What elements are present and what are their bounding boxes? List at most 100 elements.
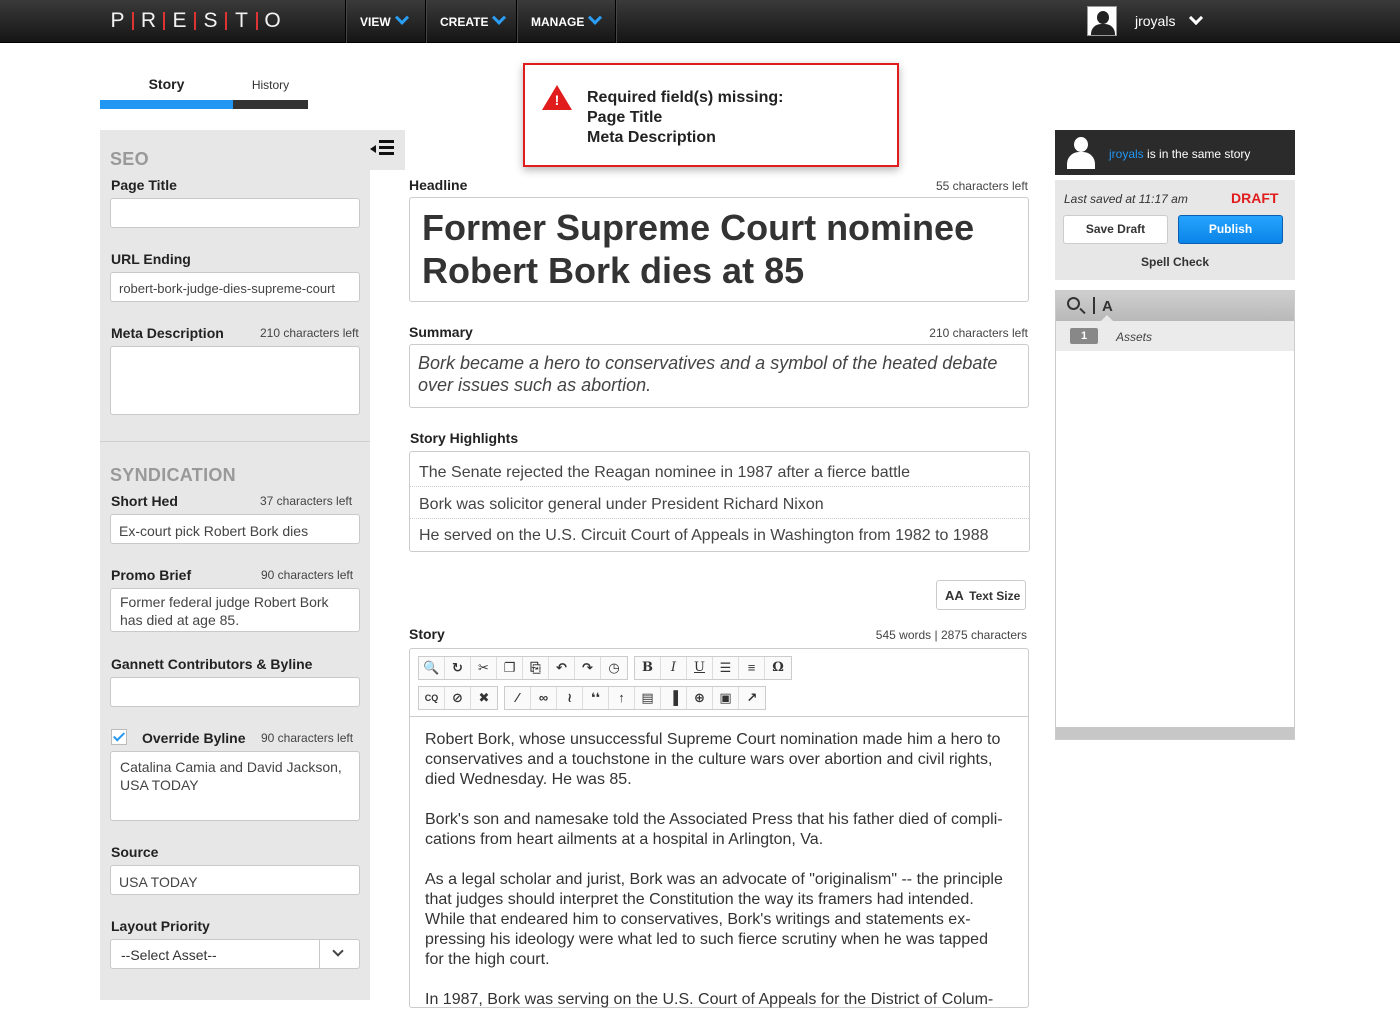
summary-input[interactable]: Bork became a hero to conservatives and …	[409, 344, 1029, 408]
promo-brief-count: 90 characters left	[261, 568, 354, 582]
url-ending-input[interactable]: robert-bork-judge-dies-supreme-court	[110, 272, 360, 302]
nav-view-menu[interactable]: VIEW	[345, 0, 421, 43]
numbered-list-icon[interactable]: ≡	[739, 657, 765, 679]
unlink-icon[interactable]: ≀	[557, 687, 583, 709]
assets-tab[interactable]: A	[1102, 298, 1113, 315]
collapse-sidebar-button[interactable]	[370, 130, 405, 170]
source-icon[interactable]: ▤	[635, 687, 661, 709]
meta-description-input[interactable]	[110, 346, 360, 415]
presence-message: is in the same story	[1143, 147, 1251, 161]
presence-banner: jroyals is in the same story	[1055, 130, 1295, 175]
unlink-image-icon[interactable]: ✖	[471, 687, 497, 709]
editor-toolbar-row: 🔍 ↻ ✂ ❐ ⎘ ↶ ↷ ◷ B I U ☰ ≡ Ω	[418, 656, 798, 680]
bold-icon[interactable]: B	[635, 657, 661, 679]
presence-text: jroyals is in the same story	[1109, 147, 1250, 161]
redo-icon[interactable]: ↷	[575, 657, 601, 679]
highlight-item[interactable]: Bork was solicitor general under Preside…	[410, 487, 1029, 519]
undo-icon[interactable]: ↶	[549, 657, 575, 679]
tab-story[interactable]: Story	[100, 76, 233, 92]
required-fields-alert: ! Required field(s) missing: Page Title …	[523, 63, 899, 167]
override-byline-label: Override Byline	[142, 730, 246, 746]
spellcheck-icon[interactable]: ↻	[445, 657, 471, 679]
attach-icon[interactable]: ⊕	[687, 687, 713, 709]
tab-history[interactable]: History	[233, 78, 308, 92]
cq-icon[interactable]: CQ	[419, 687, 445, 709]
omega-icon[interactable]: Ω	[765, 657, 791, 679]
paste-icon[interactable]: ⎘	[523, 657, 549, 679]
seo-heading: SEO	[110, 149, 149, 169]
user-menu-chevron-icon[interactable]	[1188, 10, 1204, 26]
menu-lines-icon	[379, 140, 394, 158]
wand-icon[interactable]: ∕	[505, 687, 531, 709]
user-avatar-icon[interactable]	[1087, 6, 1117, 36]
story-paragraph: Robert Bork, whose unsuccessful Supreme …	[425, 731, 1001, 788]
headline-input[interactable]: Former Supreme Court nominee Robert Bork…	[409, 197, 1029, 302]
link-icon[interactable]: ∞	[531, 687, 557, 709]
logo-letter: R	[140, 9, 157, 32]
binoculars-icon[interactable]: 🔍	[419, 657, 445, 679]
logo-letter: S	[203, 9, 218, 32]
page-title-input[interactable]	[110, 198, 360, 228]
headline-line: Former Supreme Court nominee	[422, 207, 975, 248]
top-nav-bar: P R E S T O VIEW CREATE MANAGE jroyals	[0, 0, 1400, 43]
bulleted-list-icon[interactable]: ☰	[713, 657, 739, 679]
quote-icon[interactable]: ❛❛	[583, 687, 609, 709]
presto-logo[interactable]: P R E S T O	[104, 9, 286, 33]
highlight-item[interactable]: The Senate rejected the Reagan nominee i…	[410, 452, 1029, 487]
short-hed-count: 37 characters left	[260, 494, 353, 508]
layout-priority-value: --Select Asset--	[121, 947, 217, 963]
chevron-down-icon	[588, 10, 603, 25]
override-byline-checkbox[interactable]	[111, 729, 127, 745]
assets-toolbar: A	[1056, 291, 1294, 321]
short-hed-input[interactable]: Ex-court pick Robert Bork dies	[110, 514, 360, 544]
image-icon[interactable]: ▣	[713, 687, 739, 709]
alert-title: Required field(s) missing:	[587, 89, 784, 106]
promo-brief-input[interactable]: Former federal judge Robert Bork has die…	[110, 588, 360, 632]
collapse-arrow-icon	[370, 145, 376, 153]
editor-tool-group: ∕ ∞ ≀ ❛❛ ↑ ▤ ▐ ⊕ ▣ ↗	[504, 686, 766, 710]
cut-icon[interactable]: ✂	[471, 657, 497, 679]
story-paragraph: Bork's son and namesake told the Associa…	[425, 811, 1003, 848]
contributors-input[interactable]	[110, 677, 360, 707]
tab-story-indicator[interactable]	[100, 100, 233, 109]
search-icon[interactable]	[1067, 297, 1080, 310]
highlight-item[interactable]: He served on the U.S. Circuit Court of A…	[410, 519, 1029, 551]
story-body[interactable]: Robert Bork, whose unsuccessful Supreme …	[425, 730, 1010, 1030]
source-label: Source	[111, 844, 159, 860]
assets-list-item[interactable]: 1 Assets	[1056, 321, 1294, 351]
layout-priority-select[interactable]: --Select Asset--	[110, 939, 360, 969]
tab-history-indicator[interactable]	[233, 100, 308, 109]
text-size-button[interactable]: AA Text Size	[936, 580, 1026, 610]
override-byline-input[interactable]: Catalina Camia and David Jackson, USA TO…	[110, 751, 360, 821]
underline-icon[interactable]: U	[687, 657, 713, 679]
source-input[interactable]: USA TODAY	[110, 865, 360, 895]
logo-letter: P	[110, 9, 125, 32]
insert-icon[interactable]: ↑	[609, 687, 635, 709]
publish-button[interactable]: Publish	[1178, 215, 1283, 244]
nav-manage-menu[interactable]: MANAGE	[516, 0, 614, 43]
italic-icon[interactable]: I	[661, 657, 687, 679]
presence-user-link[interactable]: jroyals	[1109, 147, 1144, 161]
user-avatar-icon	[1065, 135, 1097, 169]
clock-icon[interactable]: ◷	[601, 657, 627, 679]
summary-label: Summary	[409, 324, 473, 340]
user-menu-name[interactable]: jroyals	[1135, 13, 1175, 29]
spell-check-link[interactable]: Spell Check	[1141, 255, 1209, 269]
alert-missing-field: Meta Description	[587, 129, 716, 146]
editor-toolbar-row: CQ ⊘ ✖ ∕ ∞ ≀ ❛❛ ↑ ▤ ▐ ⊕ ▣ ↗	[418, 686, 772, 710]
page-title-label: Page Title	[111, 177, 177, 193]
clear-format-icon[interactable]: ⊘	[445, 687, 471, 709]
editor-tool-group: B I U ☰ ≡ Ω	[634, 656, 792, 680]
override-byline-count: 90 characters left	[261, 731, 354, 745]
chart-icon[interactable]: ↗	[739, 687, 765, 709]
summary-text: Bork became a hero to conservatives and …	[418, 353, 998, 395]
text-size-label: Text Size	[969, 589, 1021, 603]
url-ending-label: URL Ending	[111, 251, 191, 267]
copy-icon[interactable]: ❐	[497, 657, 523, 679]
toolbar-divider	[1093, 297, 1095, 314]
select-toggle[interactable]	[319, 940, 359, 968]
story-paragraph: In 1987, Bork was serving on the U.S. Co…	[425, 991, 994, 1008]
save-draft-button[interactable]: Save Draft	[1063, 215, 1168, 244]
columns-icon[interactable]: ▐	[661, 687, 687, 709]
nav-create-menu[interactable]: CREATE	[425, 0, 518, 43]
